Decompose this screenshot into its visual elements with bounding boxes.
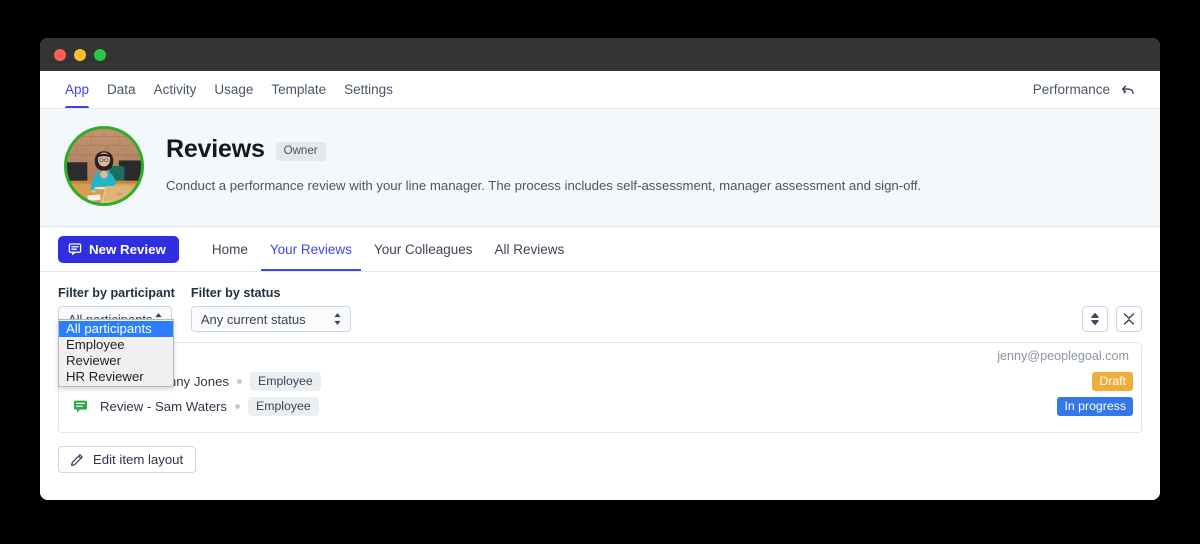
edit-item-layout-label: Edit item layout (93, 452, 183, 467)
tab-home[interactable]: Home (201, 227, 259, 271)
topnav-item-template[interactable]: Template (262, 71, 335, 108)
comment-bubble-icon (68, 242, 82, 256)
topnav-item-activity[interactable]: Activity (145, 71, 206, 108)
status-badge: Draft (1092, 372, 1133, 391)
topnav-label: Usage (214, 82, 253, 97)
topnav-label: App (65, 82, 89, 97)
screen-root: App Data Activity Usage Template Setting… (0, 0, 1200, 544)
topnav-label: Settings (344, 82, 393, 97)
app-header-text: Reviews Owner Conduct a performance revi… (166, 126, 921, 195)
app-body: Filter by participant All participants A… (40, 272, 1160, 500)
table-row[interactable]: Review - Sam Waters Employee In progress (59, 394, 1141, 419)
participant-filter-group: Filter by participant All participants A… (58, 286, 175, 332)
status-filter-value: Any current status (201, 312, 306, 327)
tab-label: Home (212, 242, 248, 257)
participant-filter-dropdown[interactable]: All participants Employee Reviewer HR Re… (58, 319, 174, 387)
collapse-all-button[interactable] (1116, 306, 1142, 332)
user-email-label: jenny@peoplegoal.com (997, 349, 1129, 363)
app-title-row: Reviews Owner (166, 135, 921, 164)
topnav-label: Data (107, 82, 136, 97)
status-filter-select[interactable]: Any current status (191, 306, 351, 332)
row-separator-dot (235, 404, 240, 409)
top-navigation: App Data Activity Usage Template Setting… (40, 71, 1160, 109)
tab-your-reviews[interactable]: Your Reviews (259, 227, 363, 271)
dropdown-option-label: Employee (66, 337, 125, 352)
reviews-panel-header: Your Reviews jenny@peoplegoal.com (59, 343, 1141, 369)
window-titlebar (40, 38, 1160, 71)
workspace-name-label: Performance (1033, 82, 1110, 97)
dropdown-option-employee[interactable]: Employee (59, 337, 173, 353)
page-title: Reviews (166, 135, 265, 164)
dropdown-option-label: HR Reviewer (66, 369, 144, 384)
tab-label: Your Reviews (270, 242, 352, 257)
topnav-item-settings[interactable]: Settings (335, 71, 402, 108)
tab-your-colleagues[interactable]: Your Colleagues (363, 227, 484, 271)
panel-bottom-padding (59, 419, 1141, 432)
new-review-label: New Review (89, 242, 166, 257)
new-review-button[interactable]: New Review (58, 236, 179, 263)
owner-badge: Owner (276, 142, 326, 161)
list-tool-buttons (1082, 306, 1142, 332)
browser-window: App Data Activity Usage Template Setting… (40, 38, 1160, 500)
role-chip: Employee (248, 397, 319, 416)
select-updown-icon (333, 312, 342, 326)
status-badge: In progress (1057, 397, 1133, 416)
top-nav-right: Performance (1033, 81, 1142, 98)
app-description: Conduct a performance review with your l… (166, 177, 921, 195)
dropdown-option-all-participants[interactable]: All participants (59, 321, 173, 337)
topnav-item-usage[interactable]: Usage (205, 71, 262, 108)
tab-all-reviews[interactable]: All Reviews (484, 227, 576, 271)
reviews-panel: Your Reviews jenny@peoplegoal.com Review… (58, 342, 1142, 433)
topnav-label: Activity (154, 82, 197, 97)
app-tabbar: New Review Home Your Reviews Your Collea… (40, 227, 1160, 272)
status-filter-label: Filter by status (191, 286, 351, 300)
app-header: Reviews Owner Conduct a performance revi… (40, 109, 1160, 227)
dropdown-option-hr-reviewer[interactable]: HR Reviewer (59, 369, 173, 385)
undo-arrow-icon[interactable] (1119, 81, 1136, 98)
topnav-item-app[interactable]: App (56, 71, 98, 108)
close-window-button[interactable] (54, 49, 66, 61)
app-tabs: Home Your Reviews Your Colleagues All Re… (201, 227, 575, 271)
dropdown-option-label: Reviewer (66, 353, 121, 368)
sort-updown-button[interactable] (1082, 306, 1108, 332)
zoom-window-button[interactable] (94, 49, 106, 61)
participant-filter-label: Filter by participant (58, 286, 175, 300)
minimize-window-button[interactable] (74, 49, 86, 61)
top-nav-items: App Data Activity Usage Template Setting… (56, 71, 402, 108)
sort-updown-icon (1088, 312, 1102, 326)
table-row[interactable]: Review - Jenny Jones Employee Draft (59, 369, 1141, 394)
collapse-all-icon (1122, 312, 1136, 326)
row-separator-dot (237, 379, 242, 384)
dropdown-option-label: All participants (66, 321, 152, 336)
tab-label: Your Colleagues (374, 242, 473, 257)
review-name: Review - Sam Waters (100, 399, 227, 414)
topnav-item-data[interactable]: Data (98, 71, 145, 108)
dropdown-option-reviewer[interactable]: Reviewer (59, 353, 173, 369)
edit-item-layout-button[interactable]: Edit item layout (58, 446, 196, 473)
role-chip: Employee (250, 372, 321, 391)
pencil-icon (70, 453, 84, 467)
tab-label: All Reviews (495, 242, 565, 257)
filter-bar: Filter by participant All participants A… (58, 286, 1142, 332)
comment-bubble-icon (73, 399, 88, 414)
app-avatar-photo (64, 126, 144, 206)
topnav-label: Template (271, 82, 326, 97)
status-filter-group: Filter by status Any current status (191, 286, 351, 332)
